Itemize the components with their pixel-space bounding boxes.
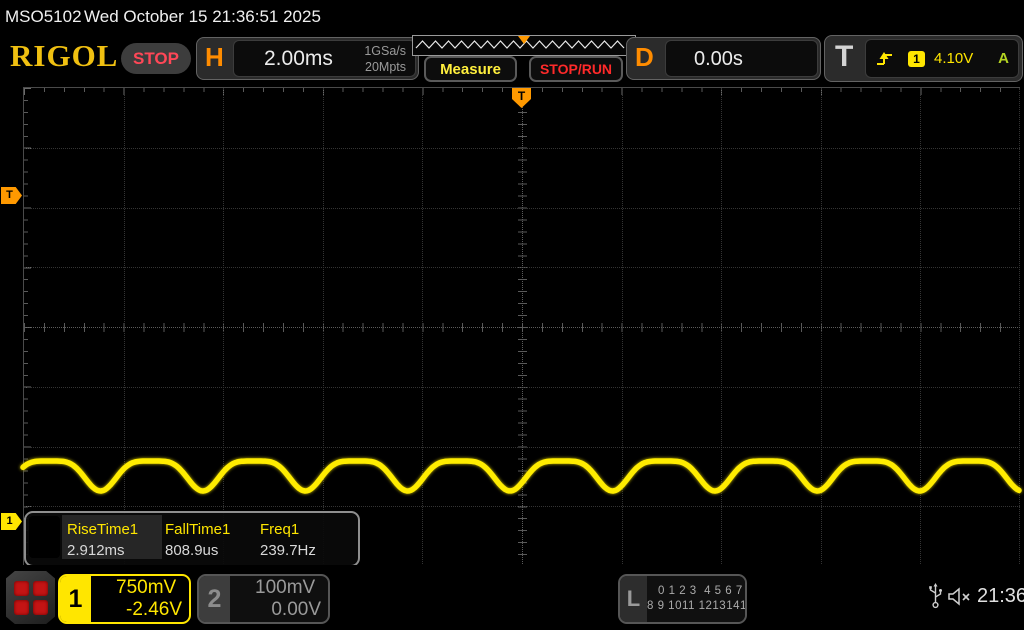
horizontal-inner: 2.00ms 1GSa/s 20Mpts — [233, 40, 416, 77]
preview-position-marker[interactable] — [518, 36, 530, 44]
measurement-value: 239.7Hz — [260, 542, 316, 559]
grid-horizontal-line — [24, 207, 1020, 209]
measurement-value: 2.912ms — [67, 542, 125, 559]
channel1-offset: -2.46V — [126, 599, 182, 620]
delay-label: D — [635, 42, 654, 72]
muted-speaker-icon[interactable] — [947, 587, 974, 606]
trigger-inner: 1 4.10V A — [865, 39, 1019, 78]
titlebar: MSO5102 Wed October 15 21:36:51 2025 — [0, 0, 1024, 32]
model-name: MSO5102 — [5, 7, 82, 26]
clock-display: 21:36 — [977, 585, 1024, 607]
trigger-block[interactable]: T 1 4.10V A — [824, 35, 1023, 82]
channel2-offset: 0.00V — [271, 599, 321, 620]
channel2-readout: 100mV 0.00V — [230, 576, 328, 622]
measure-button[interactable]: Measure — [424, 56, 517, 82]
trigger-level-marker[interactable]: T — [1, 187, 22, 204]
horizontal-block[interactable]: H 2.00ms 1GSa/s 20Mpts — [196, 37, 419, 80]
logic-analyzer-block[interactable]: L 0 1 2 3 4 5 6 7 8 9 1011 12131415 — [618, 574, 747, 624]
datetime-text: Wed October 15 21:36:51 2025 — [84, 7, 321, 26]
trigger-mode: A — [998, 50, 1009, 67]
header-bar: RIGOL STOP H 2.00ms 1GSa/s 20Mpts Measur… — [0, 32, 1024, 85]
channel1-number-tab[interactable]: 1 — [60, 576, 91, 622]
trigger-level-value: 4.10V — [934, 50, 974, 67]
channel2-status-block[interactable]: 2 100mV 0.00V — [197, 574, 330, 624]
logic-channels-row1: 0 1 2 3 4 5 6 7 — [658, 585, 743, 597]
oscilloscope-screen: MSO5102 Wed October 15 21:36:51 2025 RIG… — [0, 0, 1024, 630]
memory-depth: 20Mpts — [365, 60, 406, 74]
measurement-name: FallTime1 — [165, 521, 231, 538]
trigger-label: T — [835, 40, 854, 73]
menu-grid-icon — [13, 580, 48, 615]
channel1-ground-marker[interactable]: 1 — [1, 513, 22, 530]
measurement-name: Freq1 — [260, 521, 300, 538]
channel1-status-block[interactable]: 1 750mV -2.46V — [58, 574, 191, 624]
timebase-value: 2.00ms — [264, 47, 333, 70]
trigger-source-badge: 1 — [908, 50, 925, 67]
logic-analyzer-tab[interactable]: L — [620, 576, 647, 622]
channel2-scale: 100mV — [255, 577, 316, 598]
main-menu-button[interactable] — [6, 571, 55, 624]
bottom-bar: 1 750mV -2.46V 2 100mV 0.00V L 0 1 2 3 4… — [0, 565, 1024, 630]
rising-edge-icon — [877, 52, 892, 65]
horizontal-label: H — [205, 42, 224, 72]
grid-horizontal-line — [24, 267, 1020, 269]
delay-inner: 0.00s — [665, 40, 818, 77]
waveform-preview-bar[interactable] — [412, 35, 636, 56]
logic-channels-row2: 8 9 1011 12131415 — [647, 600, 747, 612]
measurement-panel[interactable]: RiseTime1 FallTime1 Freq1 2.912ms 808.9u… — [24, 511, 360, 567]
grid-horizontal-line — [24, 386, 1020, 388]
run-state-badge: STOP — [121, 43, 191, 74]
delay-value: 0.00s — [694, 48, 743, 70]
logic-channel-list: 0 1 2 3 4 5 6 7 8 9 1011 12131415 — [647, 576, 747, 622]
waveform-display-grid — [23, 87, 1020, 566]
measurement-value: 808.9us — [165, 542, 219, 559]
channel2-number-tab[interactable]: 2 — [199, 576, 230, 622]
rigol-logo: RIGOL — [10, 38, 119, 73]
measurement-name: RiseTime1 — [67, 521, 139, 538]
stop-run-button[interactable]: STOP/RUN — [529, 56, 623, 82]
usb-icon — [929, 583, 942, 609]
acquisition-info: 1GSa/s 20Mpts — [364, 43, 406, 75]
grid-horizontal-line — [24, 506, 1020, 508]
channel1-readout: 750mV -2.46V — [91, 576, 189, 622]
grid-horizontal-line — [24, 446, 1020, 448]
grid-horizontal-line — [24, 327, 1020, 328]
delay-block[interactable]: D 0.00s — [626, 37, 821, 80]
channel1-scale: 750mV — [116, 577, 177, 598]
sample-rate: 1GSa/s — [364, 44, 406, 58]
measurement-panel-spacer — [29, 516, 60, 558]
grid-horizontal-line — [24, 147, 1020, 149]
